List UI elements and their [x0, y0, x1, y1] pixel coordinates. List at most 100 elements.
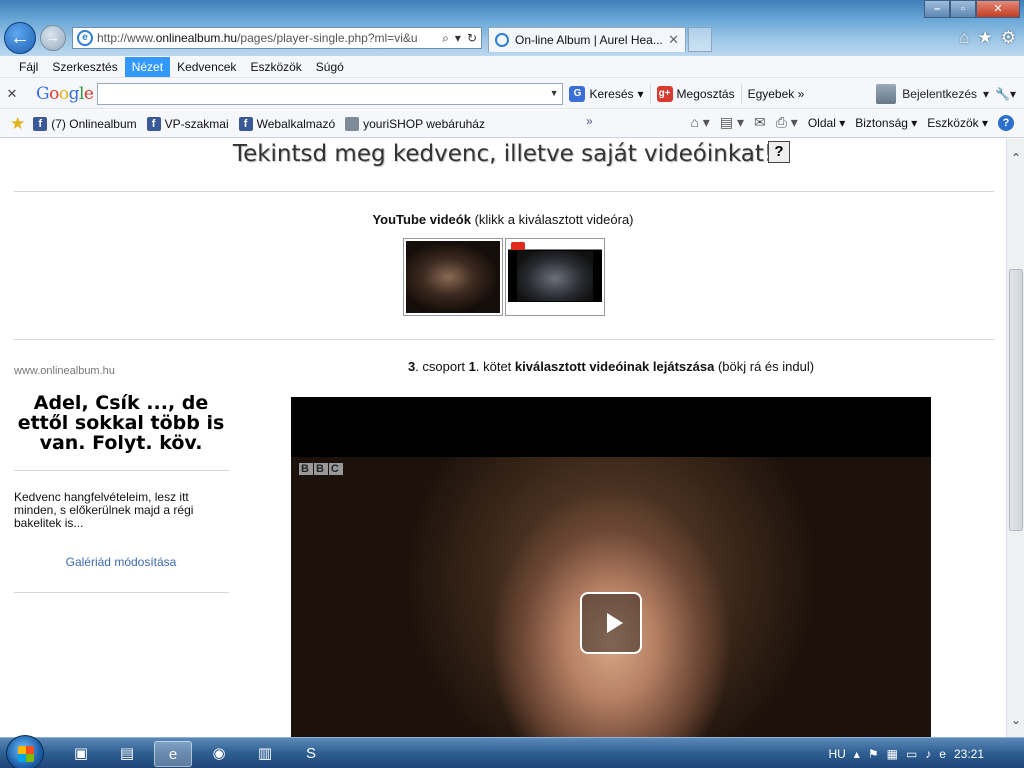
- skype-icon[interactable]: S: [292, 741, 330, 767]
- page-menu[interactable]: Oldal ▾: [808, 116, 845, 130]
- favorite-onlinealbum[interactable]: f (7) Onlinealbum: [33, 116, 137, 131]
- help-button[interactable]: ?: [768, 141, 790, 163]
- forward-arrow-icon: →: [45, 29, 61, 46]
- file-explorer-icon[interactable]: ▤: [108, 741, 146, 767]
- system-tray: HU ▴ ⚑ ▦ ▭ ♪ e 23:21: [828, 738, 1024, 768]
- scrollbar-thumb[interactable]: [1009, 269, 1023, 531]
- sidebar-description: Kedvenc hangfelvételeim, lesz itt minden…: [14, 490, 194, 530]
- mail-icon[interactable]: ✉: [754, 114, 766, 131]
- page-scrollbar[interactable]: ⌃ ⌄: [1006, 139, 1024, 737]
- save-disk-icon[interactable]: ▥: [246, 741, 284, 767]
- favorite-label: Webalkalmazó: [256, 116, 336, 131]
- tab-close-icon[interactable]: ✕: [668, 32, 679, 48]
- edit-gallery-link[interactable]: Galériád módosítása: [14, 555, 228, 569]
- search-button[interactable]: G Keresés ▾: [563, 83, 651, 104]
- page-title: Tekintsd meg kedvenc, illetve saját vide…: [232, 141, 774, 167]
- favorite-yourishop[interactable]: youriSHOP webáruház: [345, 116, 485, 131]
- address-bar[interactable]: e http://www.onlinealbum.hu/pages/player…: [72, 27, 482, 49]
- print-icon[interactable]: ⎙ ▾: [776, 114, 798, 131]
- refresh-icon[interactable]: ↻: [467, 31, 477, 46]
- window-controls: – ▫ ✕: [924, 0, 1020, 18]
- login-area[interactable]: Bejelentkezés ▾ 🔧▾: [876, 83, 1024, 104]
- add-favorites-star-icon[interactable]: ★: [10, 114, 25, 134]
- player-caption: 3. csoport 1. kötet kiválasztott videóin…: [407, 359, 815, 374]
- tab-favicon-icon: [495, 33, 509, 47]
- command-bar: ⌂ ▾ ▤ ▾ ✉ ⎙ ▾ Oldal ▾ Biztonság ▾ Eszköz…: [690, 114, 1014, 131]
- share-button[interactable]: g+ Megosztás: [651, 83, 742, 104]
- tools-menu[interactable]: Eszközök ▾: [927, 116, 988, 130]
- search-dropdown-icon[interactable]: ▼: [550, 88, 559, 98]
- language-indicator[interactable]: HU: [828, 747, 845, 761]
- favorite-vp-szakmai[interactable]: f VP-szakmai: [146, 116, 229, 131]
- divider: [14, 191, 994, 192]
- network-icon[interactable]: ▦: [887, 747, 898, 761]
- firefox-icon[interactable]: ◉: [200, 741, 238, 767]
- google-search-icon: G: [569, 85, 586, 102]
- menu-view[interactable]: Nézet: [124, 56, 171, 77]
- share-button-label: Megosztás: [676, 86, 735, 101]
- favorite-label: (7) Onlinealbum: [51, 116, 137, 131]
- device-icon[interactable]: ▭: [906, 747, 917, 761]
- scroll-down-icon[interactable]: ⌄: [1007, 713, 1024, 727]
- flag-icon[interactable]: ⚑: [868, 747, 879, 761]
- divider: [14, 592, 229, 593]
- back-arrow-icon: ←: [10, 27, 30, 49]
- menu-edit[interactable]: Szerkesztés: [45, 57, 124, 77]
- maximize-button[interactable]: ▫: [950, 0, 976, 18]
- shop-icon: [345, 116, 360, 131]
- start-button[interactable]: [6, 735, 44, 768]
- minimize-button[interactable]: –: [924, 0, 950, 18]
- youtube-title-bold: YouTube videók: [372, 212, 471, 227]
- tray-expand-icon[interactable]: ▴: [854, 747, 860, 761]
- toolbar-close-icon[interactable]: ✕: [0, 86, 24, 102]
- video-player[interactable]: BBC: [291, 397, 931, 737]
- page-content: Tekintsd meg kedvenc, illetve saját vide…: [0, 139, 1006, 737]
- url-prefix: http://www.: [97, 31, 156, 45]
- facebook-icon: f: [146, 116, 161, 131]
- close-window-button[interactable]: ✕: [976, 0, 1020, 18]
- divider: [14, 470, 229, 471]
- gear-icon[interactable]: ⚙: [1001, 28, 1016, 48]
- browser-tab[interactable]: On-line Album | Aurel Hea... ✕: [488, 27, 686, 52]
- google-plus-icon: g+: [656, 85, 673, 102]
- menu-tools[interactable]: Eszközök: [243, 57, 308, 77]
- internet-explorer-icon[interactable]: e: [154, 741, 192, 767]
- menu-bar: Fájl Szerkesztés Nézet Kedvencek Eszközö…: [0, 56, 1024, 78]
- home-icon[interactable]: ⌂ ▾: [690, 114, 709, 131]
- help-icon[interactable]: ?: [998, 114, 1014, 131]
- home-icon[interactable]: ⌂: [959, 28, 969, 48]
- video-thumbnail-1[interactable]: [403, 238, 503, 316]
- wrench-icon[interactable]: 🔧▾: [995, 87, 1016, 101]
- favorite-label: youriSHOP webáruház: [363, 116, 485, 131]
- facebook-icon: f: [33, 116, 48, 131]
- notes-app-icon[interactable]: ▣: [62, 741, 100, 767]
- more-button[interactable]: Egyebek »: [742, 84, 811, 104]
- new-tab-button[interactable]: [688, 27, 712, 52]
- video-thumbnail-2[interactable]: [505, 238, 605, 316]
- google-toolbar: ✕ Google ▼ G Keresés ▾ g+ Megosztás Egyebe…: [0, 79, 1024, 109]
- clock[interactable]: 23:21: [954, 747, 984, 761]
- forward-button[interactable]: →: [40, 25, 66, 51]
- address-url[interactable]: http://www.onlinealbum.hu/pages/player-s…: [97, 31, 427, 45]
- menu-file[interactable]: Fájl: [12, 57, 45, 77]
- favorites-overflow-icon[interactable]: »: [586, 114, 593, 128]
- menu-favorites[interactable]: Kedvencek: [170, 57, 243, 77]
- search-icon[interactable]: ⌕: [442, 31, 449, 46]
- rss-feed-icon[interactable]: ▤ ▾: [720, 114, 744, 131]
- google-search-input[interactable]: [98, 83, 539, 104]
- login-label[interactable]: Bejelentkezés: [902, 87, 977, 101]
- dropdown-arrow-icon[interactable]: ▾: [455, 31, 461, 46]
- windows-taskbar: ▣ ▤ e ◉ ▥ S HU ▴ ⚑ ▦ ▭ ♪ e 23:21: [0, 735, 1024, 768]
- play-button[interactable]: [580, 592, 642, 654]
- favorites-star-icon[interactable]: ★: [978, 28, 993, 48]
- site-name: www.onlinealbum.hu: [14, 365, 115, 377]
- tab-title: On-line Album | Aurel Hea...: [515, 33, 663, 47]
- favorite-webalkalmazo[interactable]: f Webalkalmazó: [238, 116, 336, 131]
- ie-tray-icon[interactable]: e: [939, 747, 946, 761]
- scroll-up-icon[interactable]: ⌃: [1007, 151, 1024, 165]
- menu-help[interactable]: Súgó: [309, 57, 351, 77]
- back-button[interactable]: ←: [4, 22, 36, 54]
- windows-logo-icon: [18, 746, 34, 762]
- volume-icon[interactable]: ♪: [925, 747, 931, 761]
- security-menu[interactable]: Biztonság ▾: [855, 116, 917, 130]
